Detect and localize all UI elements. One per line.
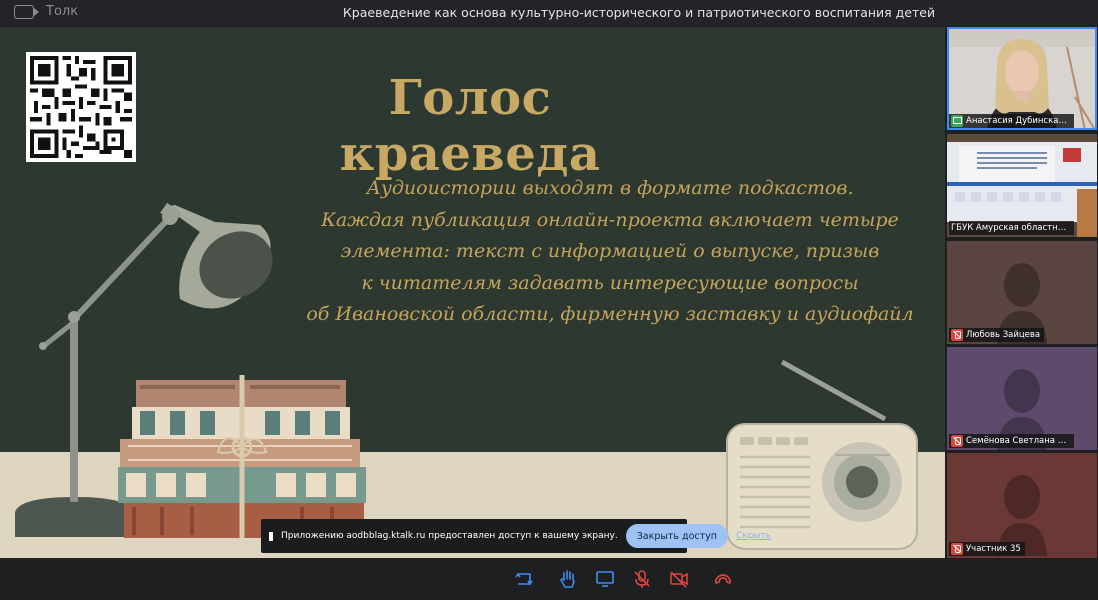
- mic-off-icon: [634, 570, 650, 588]
- call-toolbar: [0, 559, 1098, 600]
- app-window: Толк Краеведение как основа культурно-ис…: [0, 0, 1098, 600]
- participant-label: Семёнова Светлана С...: [949, 434, 1074, 448]
- switch-layout-icon: [515, 572, 533, 586]
- camera-off-icon: [670, 571, 688, 588]
- switch-layout-button[interactable]: [511, 567, 537, 591]
- screen-share-notice: Приложению aodbblag.ktalk.ru предоставле…: [261, 519, 771, 553]
- mic-off-icon: [951, 435, 963, 447]
- microphone-toggle-button[interactable]: [629, 567, 655, 591]
- share-screen-icon: [596, 571, 614, 587]
- top-bar: Толк Краеведение как основа культурно-ис…: [0, 0, 1098, 26]
- share-notice-text: Приложению aodbblag.ktalk.ru предоставле…: [281, 531, 618, 541]
- leave-call-button[interactable]: [710, 567, 736, 591]
- participant-name: ГБУК Амурская областная...: [951, 223, 1070, 233]
- participant-tile[interactable]: Участник 35: [947, 453, 1097, 558]
- participant-name: Любовь Зайцева: [966, 330, 1041, 340]
- participant-label: Анастасия Дубинская...: [949, 114, 1074, 128]
- radio-illustration: [726, 359, 918, 550]
- pause-icon[interactable]: [269, 531, 273, 541]
- participant-tile[interactable]: Анастасия Дубинская...: [947, 27, 1097, 130]
- hide-notice-link[interactable]: Скрыть: [736, 531, 771, 541]
- slide-illustration: [15, 202, 918, 550]
- share-screen-button[interactable]: [592, 567, 618, 591]
- participant-name: Семёнова Светлана С...: [966, 436, 1070, 446]
- camera-toggle-button[interactable]: [666, 567, 692, 591]
- participants-panel: Анастасия Дубинская... ГБУК Амурская обл…: [947, 27, 1098, 558]
- raise-hand-icon: [560, 570, 575, 588]
- participant-label: Любовь Зайцева: [949, 328, 1045, 342]
- screen-share-icon: [951, 115, 963, 127]
- participant-label: ГБУК Амурская областная...: [949, 221, 1074, 235]
- participant-label: Участник 35: [949, 542, 1025, 556]
- raise-hand-button[interactable]: [555, 567, 581, 591]
- mic-off-icon: [951, 543, 963, 555]
- participant-name: Участник 35: [966, 544, 1021, 554]
- leave-call-icon: [714, 574, 732, 584]
- close-access-button[interactable]: Закрыть доступ: [625, 524, 728, 548]
- participant-tile[interactable]: Любовь Зайцева: [947, 241, 1097, 344]
- participant-name: Анастасия Дубинская...: [966, 116, 1070, 126]
- participant-tile[interactable]: ГБУК Амурская областная...: [947, 134, 1097, 237]
- shared-screen: Голос краеведа Аудиоистории выходят в фо…: [0, 27, 945, 558]
- participant-tile[interactable]: Семёнова Светлана С...: [947, 347, 1097, 450]
- book-stack-illustration: [118, 375, 366, 538]
- meeting-title: Краеведение как основа культурно-историч…: [342, 5, 936, 20]
- mic-off-icon: [951, 329, 963, 341]
